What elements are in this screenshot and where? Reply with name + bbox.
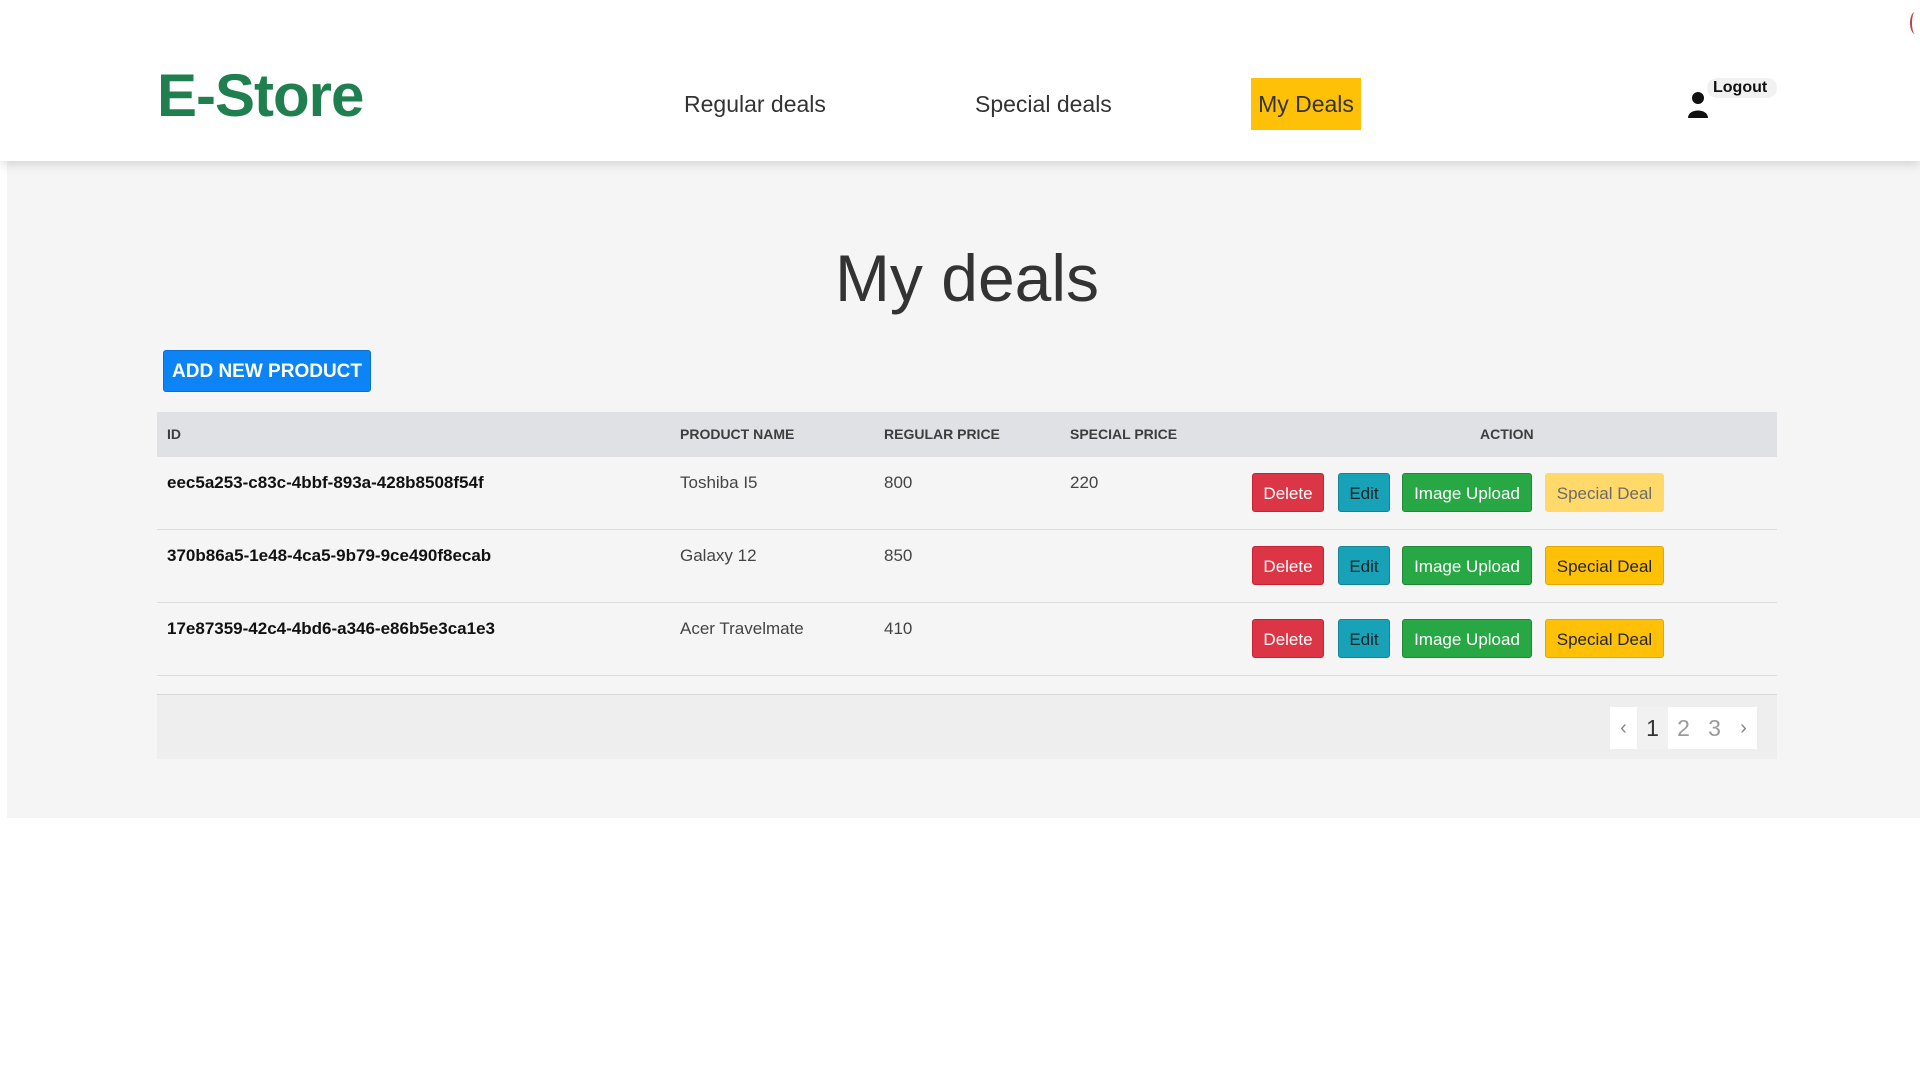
pagination-bar: ‹ 1 2 3 › (157, 694, 1777, 759)
special-deal-button-disabled: Special Deal (1545, 473, 1664, 512)
table-row: 370b86a5-1e48-4ca5-9b79-9ce490f8ecab Gal… (157, 530, 1777, 603)
nav-my-deals[interactable]: My Deals (1251, 78, 1361, 130)
edit-button[interactable]: Edit (1338, 619, 1390, 658)
product-id: 17e87359-42c4-4bd6-a346-e86b5e3ca1e3 (167, 619, 495, 638)
product-id: eec5a253-c83c-4bbf-893a-428b8508f54f (167, 473, 484, 492)
nav-special-deals[interactable]: Special deals (975, 78, 1112, 130)
product-id: 370b86a5-1e48-4ca5-9b79-9ce490f8ecab (167, 546, 492, 565)
user-icon (1688, 92, 1708, 118)
special-deal-button[interactable]: Special Deal (1545, 546, 1664, 585)
logout-label[interactable]: Logout (1707, 78, 1778, 98)
table-row: 17e87359-42c4-4bd6-a346-e86b5e3ca1e3 Ace… (157, 603, 1777, 676)
special-price: 220 (1070, 473, 1099, 492)
image-upload-button[interactable]: Image Upload (1402, 473, 1532, 512)
product-name: Toshiba I5 (680, 473, 758, 492)
regular-price: 410 (884, 619, 913, 638)
edge-fragment (1910, 12, 1920, 34)
delete-button[interactable]: Delete (1252, 546, 1324, 585)
col-product-name-header: PRODUCT NAME (680, 426, 795, 442)
deals-table: ID PRODUCT NAME REGULAR PRICE SPECIAL PR… (157, 412, 1777, 676)
store-logo[interactable]: E-Store (157, 60, 364, 132)
edit-button[interactable]: Edit (1338, 473, 1390, 512)
special-deal-button[interactable]: Special Deal (1545, 619, 1664, 658)
col-id-header: ID (167, 426, 181, 442)
pagination-prev-button[interactable]: ‹ (1610, 707, 1637, 749)
col-special-price-header: SPECIAL PRICE (1070, 426, 1178, 442)
regular-price: 850 (884, 546, 913, 565)
col-regular-price-header: REGULAR PRICE (884, 426, 1000, 442)
regular-price: 800 (884, 473, 913, 492)
site-header: E-Store Regular deals Special deals My D… (0, 0, 1920, 161)
nav-regular-deals[interactable]: Regular deals (684, 78, 826, 130)
pagination-page-2[interactable]: 2 (1668, 707, 1699, 749)
delete-button[interactable]: Delete (1252, 619, 1324, 658)
col-action-header: ACTION (1480, 426, 1534, 442)
pagination: ‹ 1 2 3 › (1610, 707, 1757, 749)
page-title: My deals (834, 241, 1100, 315)
table-header: ID PRODUCT NAME REGULAR PRICE SPECIAL PR… (157, 412, 1777, 457)
pagination-page-1[interactable]: 1 (1637, 707, 1668, 749)
pagination-next-button[interactable]: › (1730, 707, 1757, 749)
table-row: eec5a253-c83c-4bbf-893a-428b8508f54f Tos… (157, 457, 1777, 530)
delete-button[interactable]: Delete (1252, 473, 1324, 512)
image-upload-button[interactable]: Image Upload (1402, 546, 1532, 585)
edit-button[interactable]: Edit (1338, 546, 1390, 585)
pagination-page-3[interactable]: 3 (1699, 707, 1730, 749)
image-upload-button[interactable]: Image Upload (1402, 619, 1532, 658)
add-new-product-button[interactable]: ADD NEW PRODUCT (163, 350, 371, 392)
product-name: Galaxy 12 (680, 546, 757, 565)
product-name: Acer Travelmate (680, 619, 804, 638)
